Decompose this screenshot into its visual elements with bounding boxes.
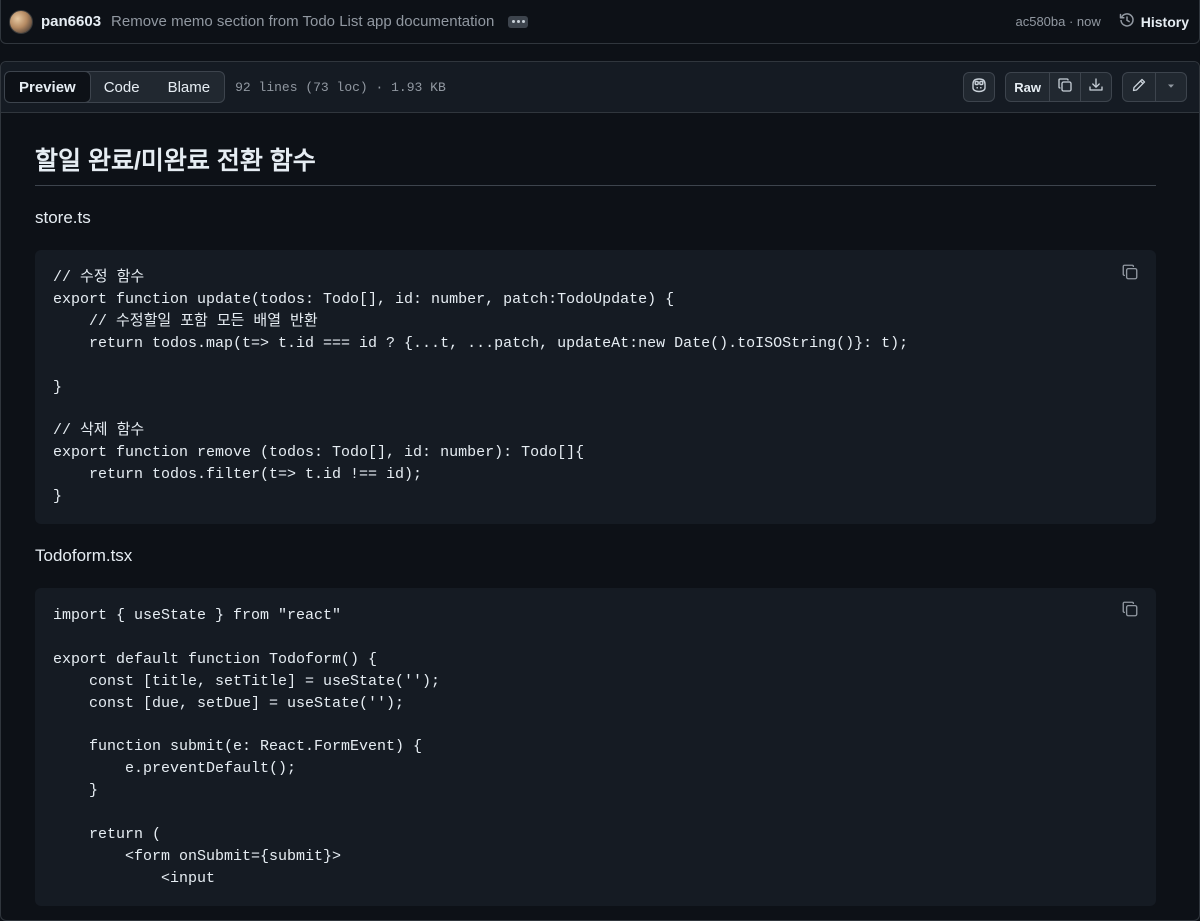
raw-copy-download-group: Raw [1005, 72, 1112, 102]
commit-sha-time[interactable]: ac580ba · now [1015, 14, 1100, 29]
commit-author[interactable]: pan6603 [41, 13, 101, 30]
file-header: Preview Code Blame 92 lines (73 loc) · 1… [1, 62, 1199, 113]
copilot-button[interactable] [963, 72, 996, 102]
download-button[interactable] [1081, 73, 1111, 101]
file-info: 92 lines (73 loc) · 1.93 KB [235, 79, 446, 95]
avatar[interactable] [9, 9, 33, 34]
copy-code-button[interactable] [1120, 264, 1140, 284]
view-mode-tabs: Preview Code Blame [4, 71, 226, 103]
copy-raw-button[interactable] [1050, 73, 1081, 101]
commit-message[interactable]: Remove memo section from Todo List app d… [111, 13, 494, 30]
download-icon [1088, 77, 1104, 98]
file-actions: Raw [963, 72, 1187, 102]
copy-code-button[interactable] [1120, 602, 1140, 622]
file-name-label: Todoform.tsx [35, 545, 133, 565]
code-block: // 수정 함수 export function update(todos: T… [35, 250, 1156, 524]
code-text: import { useState } from "react" export … [53, 606, 441, 887]
history-label: History [1140, 13, 1189, 30]
history-icon [1119, 12, 1135, 31]
edit-file-button[interactable] [1123, 73, 1156, 101]
edit-group [1122, 72, 1187, 102]
tab-code[interactable]: Code [90, 72, 154, 102]
tab-preview[interactable]: Preview [5, 72, 91, 102]
edit-dropdown-button[interactable] [1156, 73, 1186, 101]
copilot-icon [970, 77, 988, 98]
file-view: Preview Code Blame 92 lines (73 loc) · 1… [0, 61, 1200, 921]
commit-bar: pan6603 Remove memo section from Todo Li… [0, 0, 1200, 44]
pencil-icon [1131, 77, 1147, 98]
markdown-body: 할일 완료/미완료 전환 함수 store.ts // 수정 함수 export… [1, 141, 1199, 906]
copy-icon [1121, 263, 1139, 286]
section-heading: 할일 완료/미완료 전환 함수 [35, 141, 1156, 186]
raw-button[interactable]: Raw [1006, 73, 1050, 101]
code-text: // 수정 함수 export function update(todos: T… [53, 269, 909, 506]
triangle-down-icon [1166, 78, 1176, 96]
file-name-label: store.ts [35, 208, 91, 227]
copy-icon [1121, 600, 1139, 623]
history-button[interactable]: History [1119, 12, 1189, 31]
expand-commit-message-button[interactable] [508, 15, 529, 28]
copy-icon [1057, 77, 1073, 98]
commit-right: ac580ba · now History [1015, 12, 1189, 31]
tab-blame[interactable]: Blame [154, 72, 225, 102]
code-block: import { useState } from "react" export … [35, 587, 1156, 906]
